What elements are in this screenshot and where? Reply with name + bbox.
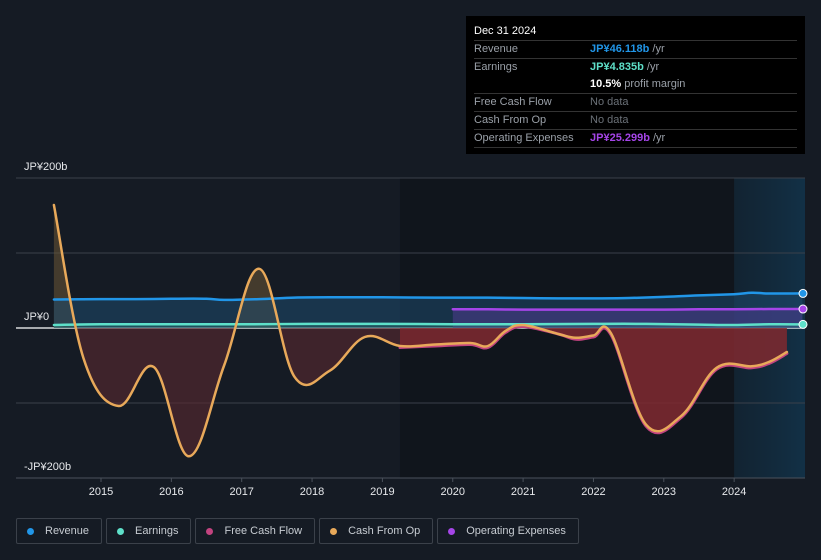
tooltip-label: Free Cash Flow (474, 96, 552, 108)
tooltip-value: JP¥4.835b (590, 61, 644, 73)
x-tick-label: 2017 (229, 486, 253, 498)
tooltip-row-cash-from-op: Cash From Op No data (474, 112, 797, 130)
tooltip-row-profit-margin: 10.5% profit margin (474, 76, 797, 94)
x-tick-label: 2024 (722, 486, 746, 498)
tooltip-row-earnings: Earnings JP¥4.835b /yr (474, 59, 797, 76)
legend-dot-icon (117, 527, 125, 535)
tooltip-value: JP¥25.299b (590, 132, 650, 144)
legend-dot-icon (206, 527, 214, 535)
operating-expenses-line (451, 307, 804, 311)
tooltip-row-free-cash-flow: Free Cash Flow No data (474, 94, 797, 112)
x-tick-label: 2021 (511, 486, 535, 498)
legend-dot-icon (330, 527, 338, 535)
tooltip-value: 10.5% (590, 78, 622, 90)
x-tick-label: 2023 (652, 486, 676, 498)
tooltip-row-revenue: Revenue JP¥46.118b /yr (474, 41, 797, 59)
legend-label: Cash From Op (348, 525, 421, 537)
legend-item-operating-expenses[interactable]: Operating Expenses (437, 518, 579, 544)
legend-label: Free Cash Flow (224, 525, 303, 537)
operating-expenses-end-dot (798, 304, 808, 314)
legend-item-revenue[interactable]: Revenue (16, 518, 103, 544)
legend-label: Revenue (45, 525, 90, 537)
tooltip-label: Earnings (474, 61, 518, 73)
legend-label: Earnings (135, 525, 179, 537)
legend-item-free-cash-flow[interactable]: Free Cash Flow (195, 518, 316, 544)
legend-item-cash-from-op[interactable]: Cash From Op (319, 518, 434, 544)
legend-label: Operating Expenses (466, 525, 566, 537)
tooltip-value: No data (590, 114, 629, 126)
y-tick-label: -JP¥200b (24, 461, 71, 473)
legend-dot-icon (27, 527, 34, 535)
tooltip-suffix: /yr (643, 61, 660, 73)
y-tick-label: JP¥0 (24, 311, 49, 323)
x-tick-label: 2016 (159, 486, 183, 498)
tooltip-value: JP¥46.118b (590, 43, 650, 55)
x-tick-label: 2015 (89, 486, 113, 498)
revenue-end-dot (798, 288, 808, 298)
tooltip-suffix: /yr (649, 43, 665, 55)
legend-item-earnings[interactable]: Earnings (106, 518, 192, 544)
tooltip-suffix: profit margin (621, 78, 686, 90)
tooltip-value: No data (590, 96, 629, 108)
x-tick-label: 2019 (370, 486, 394, 498)
tooltip-label (474, 76, 590, 93)
legend: Revenue Earnings Free Cash Flow Cash Fro… (16, 518, 579, 544)
tooltip-label: Cash From Op (474, 114, 547, 126)
tooltip-date: Dec 31 2024 (474, 22, 797, 41)
earnings-end-dot (798, 319, 808, 329)
tooltip-row-operating-expenses: Operating Expenses JP¥25.299b /yr (474, 130, 797, 148)
tooltip-suffix: /yr (649, 132, 666, 144)
y-tick-label: JP¥200b (24, 161, 67, 173)
x-tick-label: 2018 (300, 486, 324, 498)
legend-dot-icon (448, 527, 456, 535)
earnings-line (52, 322, 804, 327)
x-tick-label: 2022 (581, 486, 605, 498)
tooltip-label: Operating Expenses (474, 132, 574, 144)
tooltip-label: Revenue (474, 43, 519, 55)
x-tick-label: 2020 (441, 486, 465, 498)
tooltip: Dec 31 2024 Revenue JP¥46.118b /yr Earni… (466, 16, 805, 154)
